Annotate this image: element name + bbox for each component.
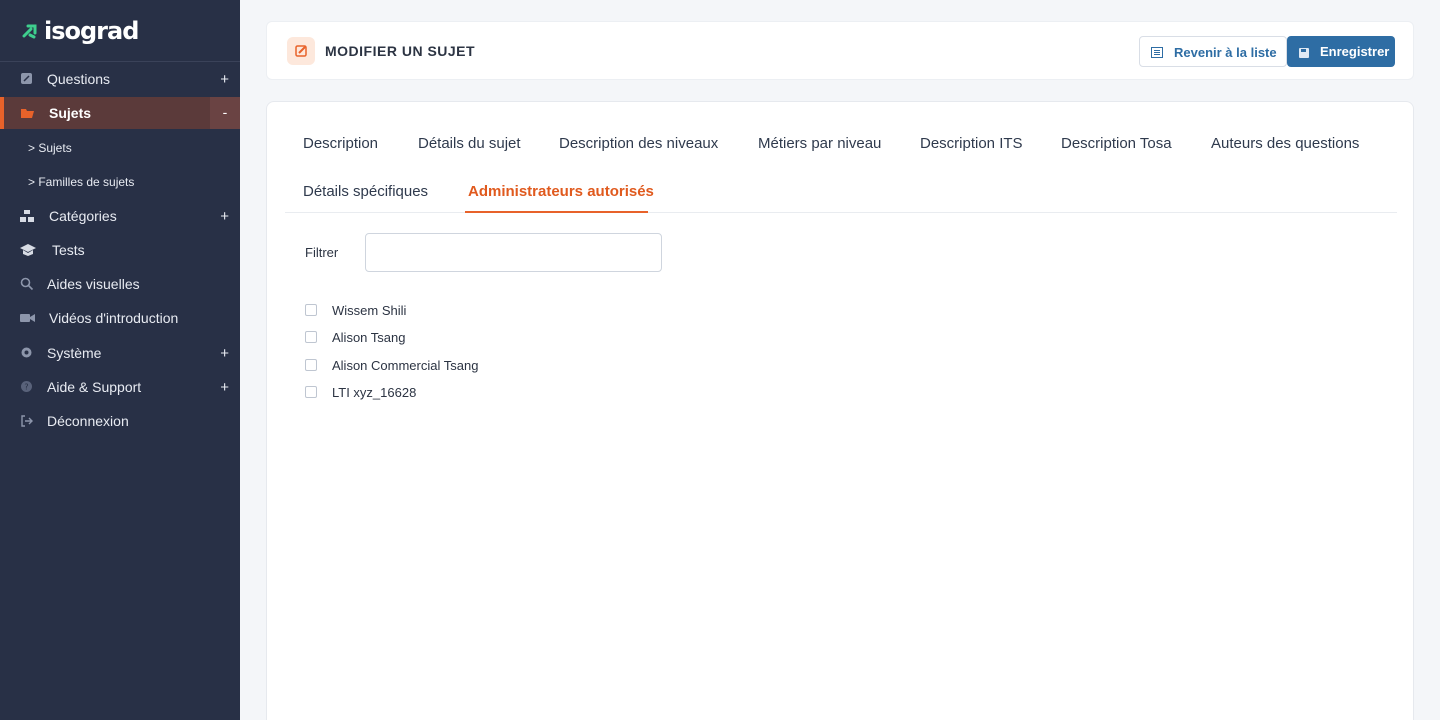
admin-name: LTI xyz_16628: [332, 384, 417, 400]
search-icon: [20, 277, 34, 291]
video-camera-icon: [20, 311, 35, 325]
active-tab-indicator: [465, 211, 648, 213]
expand-toggle[interactable]: +: [220, 379, 229, 396]
collapse-toggle[interactable]: -: [210, 97, 240, 129]
sidebar-item-label: Tests: [52, 242, 85, 258]
tab-details-sujet[interactable]: Détails du sujet: [418, 135, 521, 152]
list-item[interactable]: Alison Tsang: [305, 327, 405, 347]
active-indicator: [0, 97, 4, 129]
admin-name: Wissem Shili: [332, 302, 407, 318]
admin-checkbox[interactable]: [305, 359, 317, 371]
list-item[interactable]: Wissem Shili: [305, 300, 406, 320]
tab-auteurs-questions[interactable]: Auteurs des questions: [1211, 135, 1359, 152]
tab-metiers-niveau[interactable]: Métiers par niveau: [758, 135, 881, 152]
edit-square-icon: [20, 72, 34, 86]
admin-name: Alison Commercial Tsang: [332, 357, 479, 373]
expand-toggle[interactable]: +: [220, 208, 229, 225]
question-circle-icon: ?: [20, 380, 34, 394]
tab-description-niveaux[interactable]: Description des niveaux: [559, 135, 718, 152]
page-header: MODIFIER UN SUJET Revenir à la liste Enr…: [266, 21, 1414, 80]
svg-text:?: ?: [24, 383, 28, 392]
sidebar-item-label: Aides visuelles: [47, 276, 140, 292]
tab-details-specifiques[interactable]: Détails spécifiques: [303, 183, 428, 200]
sidebar-item-deconnexion[interactable]: Déconnexion: [0, 405, 240, 437]
sidebar-item-aide-support[interactable]: ? Aide & Support +: [0, 371, 240, 403]
save-button[interactable]: Enregistrer: [1287, 36, 1395, 67]
isograd-logo-icon: [22, 22, 40, 40]
sidebar: isograd Questions + Sujets - > Sujets > …: [0, 0, 240, 720]
back-to-list-label: Revenir à la liste: [1174, 45, 1277, 60]
sidebar-subitem-sujets[interactable]: > Sujets: [28, 141, 72, 155]
edit-icon: [287, 37, 315, 65]
list-item[interactable]: LTI xyz_16628: [305, 382, 416, 402]
page-title: MODIFIER UN SUJET: [325, 43, 476, 59]
sidebar-item-label: Catégories: [49, 208, 117, 224]
expand-toggle[interactable]: +: [220, 345, 229, 362]
save-label: Enregistrer: [1320, 44, 1390, 59]
sidebar-item-label: Sujets: [49, 105, 92, 121]
back-to-list-button[interactable]: Revenir à la liste: [1139, 36, 1287, 67]
filter-input[interactable]: [365, 233, 662, 272]
admin-checkbox[interactable]: [305, 304, 317, 316]
sidebar-item-label: Aide & Support: [47, 379, 142, 395]
sidebar-item-label: Déconnexion: [47, 413, 129, 429]
sidebar-item-label: Questions: [47, 71, 111, 87]
sidebar-item-questions[interactable]: Questions +: [0, 63, 240, 95]
sidebar-item-label: Vidéos d'introduction: [49, 310, 179, 326]
logout-icon: [20, 414, 34, 428]
sidebar-item-systeme[interactable]: Système +: [0, 337, 240, 369]
graduation-cap-icon: [20, 243, 36, 257]
sidebar-divider: [0, 61, 240, 62]
tabs-divider: [285, 212, 1397, 213]
list-icon: [1151, 46, 1163, 58]
sidebar-item-label: Système: [47, 345, 102, 361]
logo[interactable]: isograd: [22, 17, 139, 45]
sidebar-item-videos[interactable]: Vidéos d'introduction: [0, 302, 240, 334]
logo-text: isograd: [44, 17, 139, 45]
tab-description[interactable]: Description: [303, 135, 378, 152]
admin-name: Alison Tsang: [332, 329, 406, 345]
sidebar-item-tests[interactable]: Tests: [0, 234, 240, 266]
admin-checkbox[interactable]: [305, 386, 317, 398]
sidebar-item-aides-visuelles[interactable]: Aides visuelles: [0, 268, 240, 300]
filter-label: Filtrer: [305, 245, 339, 260]
tab-administrateurs-autorises[interactable]: Administrateurs autorisés: [468, 183, 654, 200]
gear-icon: [20, 346, 34, 360]
expand-toggle[interactable]: +: [220, 71, 229, 88]
sidebar-item-categories[interactable]: Catégories +: [0, 200, 240, 232]
admin-checkbox[interactable]: [305, 331, 317, 343]
list-item[interactable]: Alison Commercial Tsang: [305, 355, 478, 375]
folder-open-icon: [20, 106, 34, 120]
sitemap-icon: [20, 209, 34, 223]
floppy-disk-icon: [1299, 46, 1309, 58]
sidebar-subitem-familles[interactable]: > Familles de sujets: [28, 175, 134, 189]
tab-description-its[interactable]: Description ITS: [920, 135, 1023, 152]
sidebar-item-sujets[interactable]: Sujets -: [0, 97, 240, 129]
tab-description-tosa[interactable]: Description Tosa: [1061, 135, 1172, 152]
subject-editor-card: Description Détails du sujet Description…: [266, 101, 1414, 720]
